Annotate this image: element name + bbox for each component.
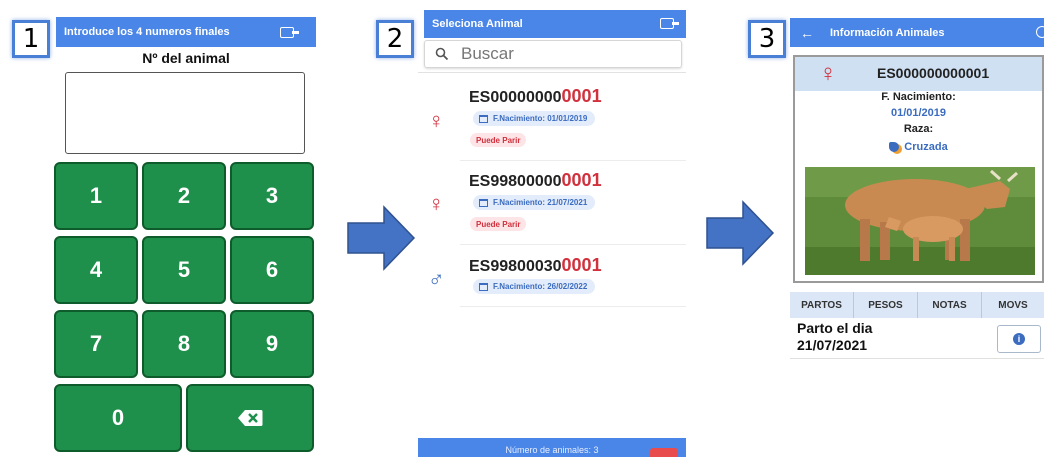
- animal-id-suffix: 0001: [561, 255, 602, 275]
- status-badge: Puede Parir: [470, 133, 527, 147]
- female-icon: ♀: [428, 191, 445, 216]
- birth-date-chip: F.Nacimiento: 21/07/2021: [473, 195, 596, 210]
- search-box[interactable]: Buscar: [424, 40, 682, 68]
- birth-value: 01/01/2019: [890, 107, 947, 119]
- animal-id: ES000000000001: [469, 86, 602, 107]
- male-icon: ♂: [428, 266, 445, 291]
- animal-list-item[interactable]: ♀ ES998000000001 F.Nacimiento: 21/07/202…: [418, 165, 686, 243]
- event-info-button[interactable]: i: [997, 325, 1041, 353]
- key-5[interactable]: 5: [142, 236, 226, 304]
- animal-photo: [805, 167, 1035, 275]
- divider: [790, 358, 1044, 359]
- animal-list-item[interactable]: ♂ ES998000300001 F.Nacimiento: 26/02/202…: [418, 250, 686, 305]
- key-9[interactable]: 9: [230, 310, 314, 378]
- screen1-header: Introduce los 4 numeros finales: [56, 17, 316, 47]
- step-badge-1: 1: [12, 20, 50, 58]
- step-badge-3: 3: [748, 20, 786, 58]
- divider: [418, 72, 686, 73]
- tab-movs[interactable]: MOVS: [982, 292, 1044, 318]
- breed-label: Raza:: [903, 123, 934, 135]
- search-icon: [435, 47, 449, 61]
- tab-notas[interactable]: NOTAS: [918, 292, 982, 318]
- screen3-header: ← Información Animales: [790, 18, 1044, 47]
- animal-id-prefix: ES99800030: [469, 258, 562, 275]
- screen2-header-title: Seleciona Animal: [432, 18, 523, 30]
- divider: [460, 160, 686, 161]
- info-icon[interactable]: [1036, 26, 1044, 38]
- calendar-icon: [479, 114, 488, 123]
- key-8[interactable]: 8: [142, 310, 226, 378]
- animal-card-id: ES000000000001: [877, 65, 990, 81]
- animal-id-prefix: ES99800000: [469, 173, 562, 190]
- tab-pesos[interactable]: PESOS: [854, 292, 918, 318]
- animal-card-header: ♀ ES000000000001: [795, 57, 1042, 91]
- event-date: 21/07/2021: [797, 337, 868, 353]
- status-badge: Puede Parir: [470, 217, 527, 231]
- backspace-icon: [238, 410, 263, 426]
- exit-icon[interactable]: [660, 18, 679, 29]
- screen3-header-title: Información Animales: [830, 26, 945, 39]
- back-arrow-icon[interactable]: ←: [800, 25, 814, 41]
- animal-card: ♀ ES000000000001 F. Nacimiento: 01/01/20…: [793, 55, 1044, 283]
- key-3[interactable]: 3: [230, 162, 314, 230]
- tab-partos[interactable]: PARTOS: [790, 292, 854, 318]
- scroll-top-button[interactable]: [650, 448, 678, 457]
- animal-count-footer: Número de animales: 3: [418, 438, 686, 457]
- calendar-icon: [479, 282, 488, 291]
- key-6[interactable]: 6: [230, 236, 314, 304]
- info-icon: i: [1013, 333, 1025, 345]
- key-0[interactable]: 0: [54, 384, 182, 452]
- birth-date: F.Nacimiento: 21/07/2021: [493, 198, 588, 207]
- calendar-icon: [479, 198, 488, 207]
- animal-id-suffix: 0001: [561, 86, 602, 106]
- key-7[interactable]: 7: [54, 310, 138, 378]
- search-input[interactable]: Buscar: [461, 44, 514, 64]
- animal-id: ES998000000001: [469, 170, 602, 191]
- birth-date: F.Nacimiento: 01/01/2019: [493, 114, 588, 123]
- backspace-key[interactable]: [186, 384, 314, 452]
- event-title: Parto el dia: [797, 320, 873, 336]
- breed-row: Cruzada: [795, 141, 1042, 153]
- birth-date-chip: F.Nacimiento: 01/01/2019: [473, 111, 596, 126]
- divider: [460, 306, 686, 307]
- breed-value: Cruzada: [904, 141, 948, 153]
- birth-date-chip: F.Nacimiento: 26/02/2022: [473, 279, 596, 294]
- animal-id-prefix: ES00000000: [469, 89, 562, 106]
- animal-number-input[interactable]: [65, 72, 305, 154]
- female-icon: ♀: [819, 60, 837, 87]
- key-4[interactable]: 4: [54, 236, 138, 304]
- screen1-header-title: Introduce los 4 numeros finales: [64, 26, 230, 38]
- animal-id-suffix: 0001: [561, 170, 602, 190]
- animal-count: Número de animales: 3: [505, 445, 599, 455]
- screen2-header: Seleciona Animal: [424, 10, 686, 38]
- flow-arrow-1: [347, 205, 416, 271]
- animal-id: ES998000300001: [469, 255, 602, 276]
- birth-label: F. Nacimiento:: [881, 91, 956, 103]
- animal-list-item[interactable]: ♀ ES000000000001 F.Nacimiento: 01/01/201…: [418, 80, 686, 158]
- female-icon: ♀: [428, 108, 445, 133]
- key-2[interactable]: 2: [142, 162, 226, 230]
- step-badge-2: 2: [376, 20, 414, 58]
- birth-date: F.Nacimiento: 26/02/2022: [493, 282, 588, 291]
- animal-number-title: Nº del animal: [142, 50, 230, 66]
- key-1[interactable]: 1: [54, 162, 138, 230]
- divider: [460, 244, 686, 245]
- exit-icon[interactable]: [280, 27, 299, 38]
- breed-icon: [889, 142, 900, 152]
- flow-arrow-2: [706, 200, 775, 266]
